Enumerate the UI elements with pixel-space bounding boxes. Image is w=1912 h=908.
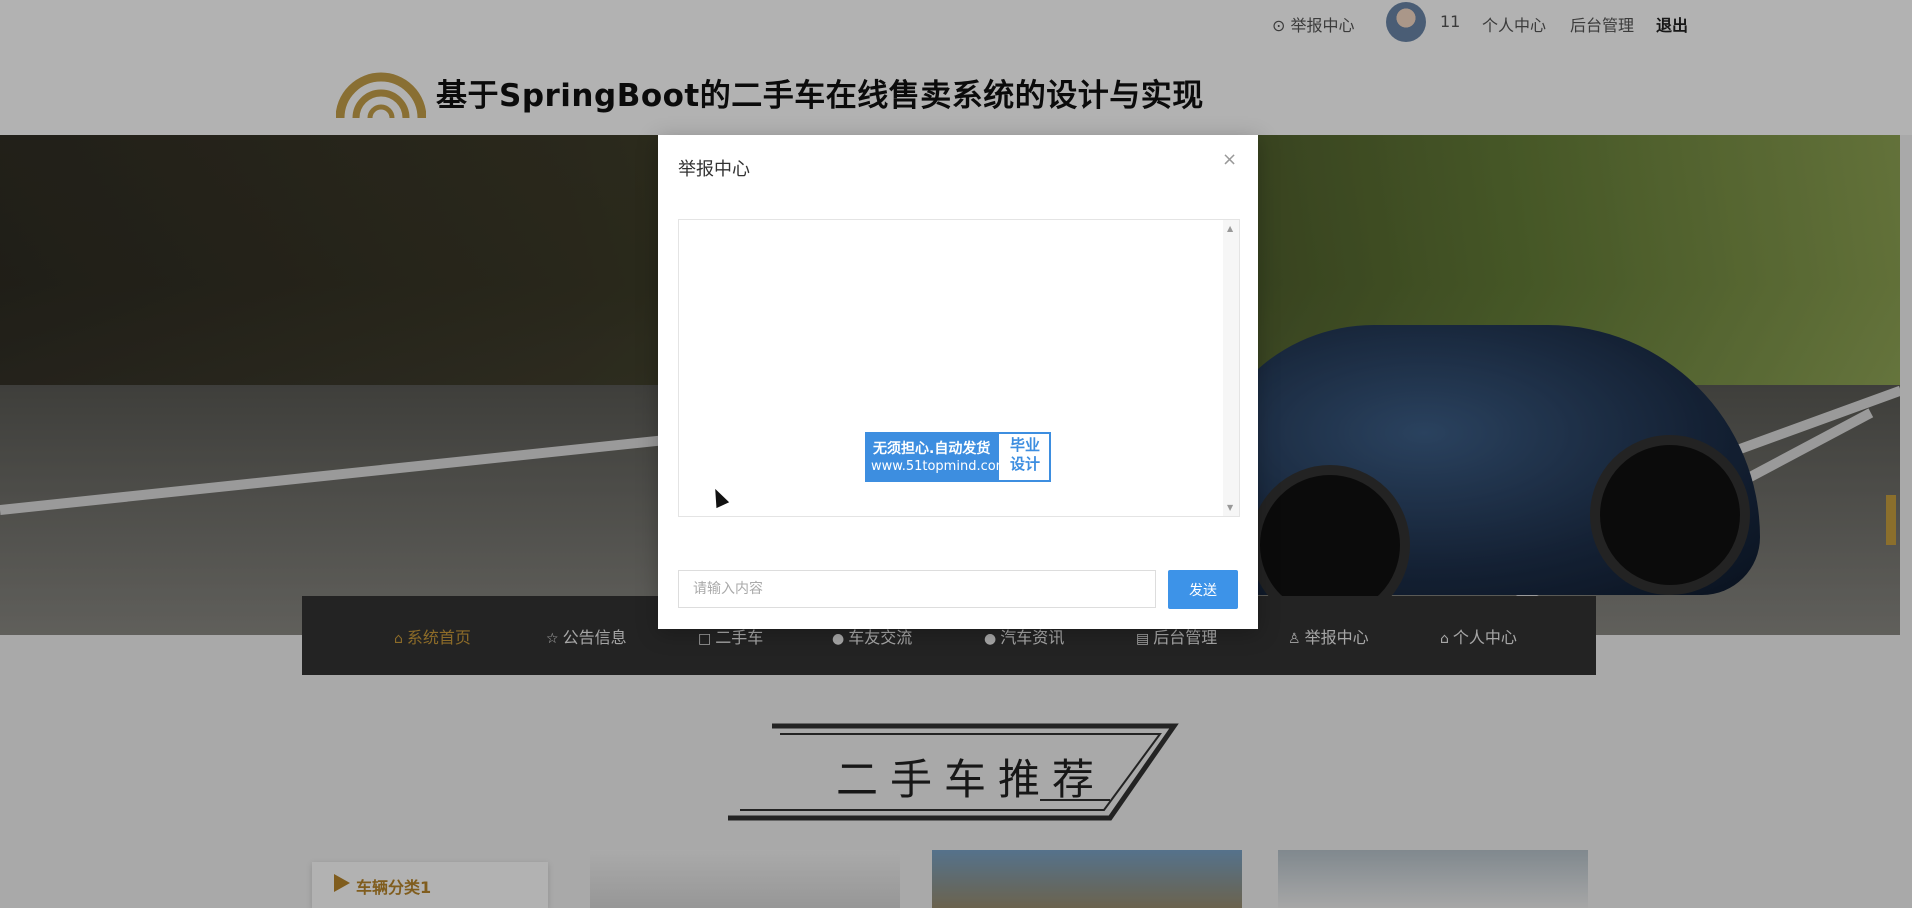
report-dialog: 举报中心 × ▲ ▼ 无须担心.自动发货 www.51topmind.com 毕… bbox=[658, 135, 1258, 629]
dialog-title: 举报中心 bbox=[678, 159, 750, 180]
scroll-up-icon[interactable]: ▲ bbox=[1227, 224, 1233, 233]
message-input[interactable] bbox=[678, 570, 1156, 608]
chat-scrollbar[interactable]: ▲ ▼ bbox=[1223, 220, 1239, 516]
close-icon[interactable]: × bbox=[1222, 149, 1237, 170]
chat-area[interactable]: ▲ ▼ 无须担心.自动发货 www.51topmind.com 毕业 设计 bbox=[678, 219, 1240, 517]
scroll-down-icon[interactable]: ▼ bbox=[1227, 503, 1233, 512]
send-button[interactable]: 发送 bbox=[1168, 570, 1238, 609]
watermark-badge: 无须担心.自动发货 www.51topmind.com 毕业 设计 bbox=[865, 432, 1051, 482]
